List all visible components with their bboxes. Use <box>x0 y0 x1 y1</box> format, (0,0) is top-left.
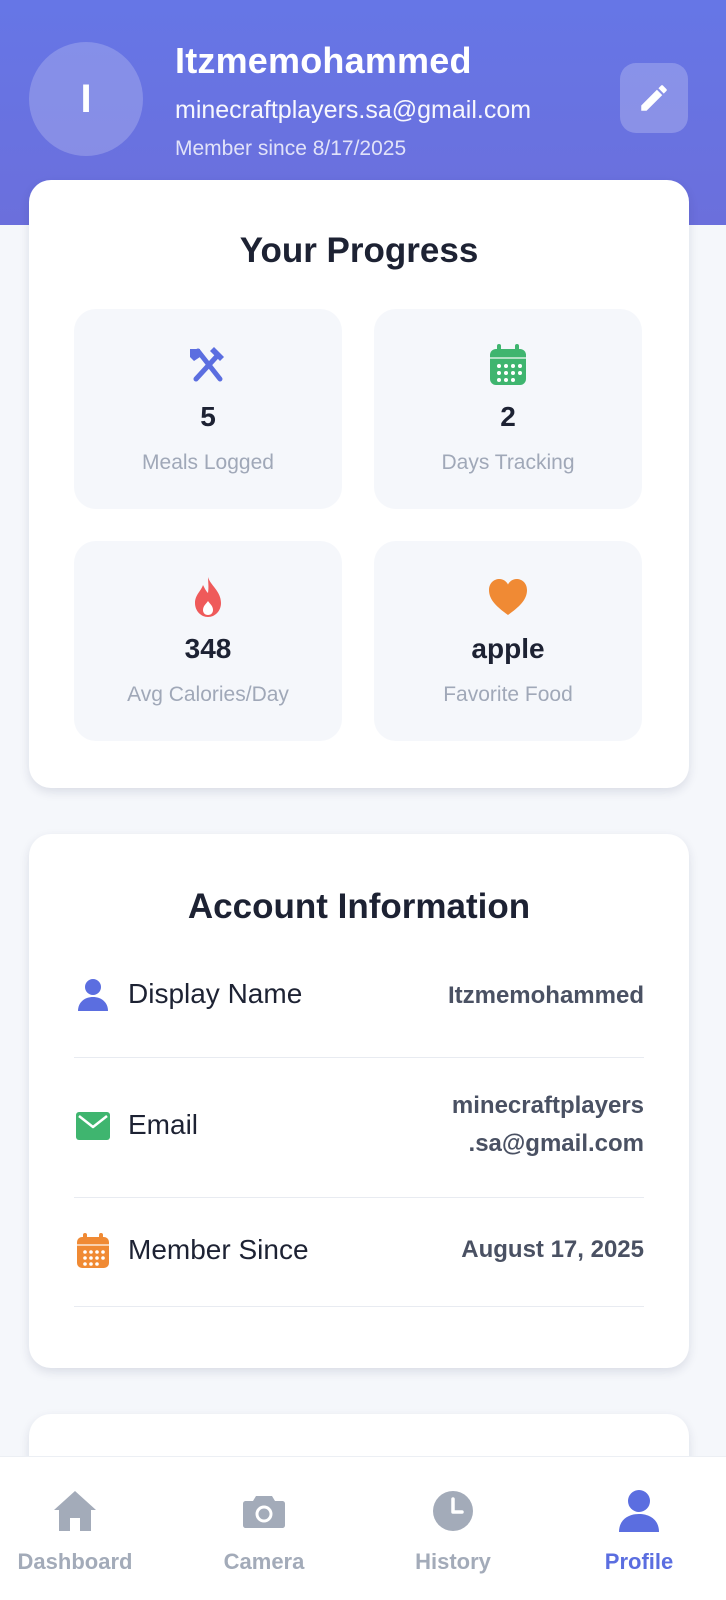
row-label: Display Name <box>128 978 303 1009</box>
home-icon <box>0 1487 166 1535</box>
stat-label: Days Tracking <box>441 451 575 474</box>
nav-label: History <box>415 1549 491 1574</box>
nav-dashboard[interactable]: Dashboard <box>0 1457 166 1600</box>
progress-title: Your Progress <box>239 231 479 270</box>
nav-label: Profile <box>604 1549 674 1574</box>
profile-name: Itzmemohammed <box>175 40 472 81</box>
pencil-icon <box>641 85 667 111</box>
stat-avg-calories: 348 Avg Calories/Day <box>74 541 342 741</box>
avatar[interactable]: I <box>29 42 143 156</box>
stat-label: Favorite Food <box>443 683 573 706</box>
calendar-icon <box>374 341 642 389</box>
nav-label: Camera <box>223 1549 305 1574</box>
row-label: Member Since <box>128 1234 309 1265</box>
email-line-1: minecraftplayers <box>451 1092 644 1119</box>
account-row-email: Email minecraftplayers .sa@gmail.com <box>74 1058 644 1198</box>
user-icon <box>548 1487 726 1535</box>
nav-history[interactable]: History <box>362 1457 544 1600</box>
stat-favorite-food: apple Favorite Food <box>374 541 642 741</box>
profile-email: minecraftplayers.sa@gmail.com <box>175 96 532 124</box>
row-value: Itzmemohammed <box>447 982 644 1009</box>
stat-label: Avg Calories/Day <box>127 683 289 706</box>
stat-days-tracking: 2 Days Tracking <box>374 309 642 509</box>
nav-label: Dashboard <box>17 1549 133 1574</box>
heart-icon <box>374 573 642 621</box>
stat-meals-logged: 5 Meals Logged <box>74 309 342 509</box>
account-row-member-since: Member Since August 17, 2025 <box>74 1198 644 1307</box>
nav-camera[interactable]: Camera <box>173 1457 355 1600</box>
stat-value: 348 <box>184 633 232 664</box>
envelope-icon <box>76 1109 110 1143</box>
stat-label: Meals Logged <box>142 451 274 474</box>
row-label: Email <box>128 1109 199 1140</box>
avatar-initial: I <box>80 76 92 121</box>
stat-value: 2 <box>500 401 516 432</box>
clock-icon <box>362 1487 544 1535</box>
stat-value: apple <box>471 633 545 664</box>
calendar-icon <box>76 1233 110 1268</box>
row-value: August 17, 2025 <box>461 1236 644 1263</box>
bottom-nav: Dashboard Camera History Profile <box>0 1456 726 1600</box>
progress-card: Your Progress 5 Meals Logged 2 Days Trac… <box>29 180 689 788</box>
fire-icon <box>74 573 342 621</box>
account-title: Account Information <box>187 887 531 926</box>
nav-profile[interactable]: Profile <box>548 1457 726 1600</box>
stat-value: 5 <box>200 401 216 432</box>
account-row-display-name: Display Name Itzmemohammed <box>74 934 644 1058</box>
account-card: Account Information Display Name Itzmemo… <box>29 834 689 1368</box>
edit-profile-button[interactable] <box>620 63 688 133</box>
row-value: minecraftplayers .sa@gmail.com <box>452 1087 644 1163</box>
utensils-icon <box>74 341 342 389</box>
profile-member-since: Member since 8/17/2025 <box>175 137 407 160</box>
camera-icon <box>173 1487 355 1535</box>
email-line-2: .sa@gmail.com <box>468 1130 644 1157</box>
user-icon <box>76 978 110 1012</box>
